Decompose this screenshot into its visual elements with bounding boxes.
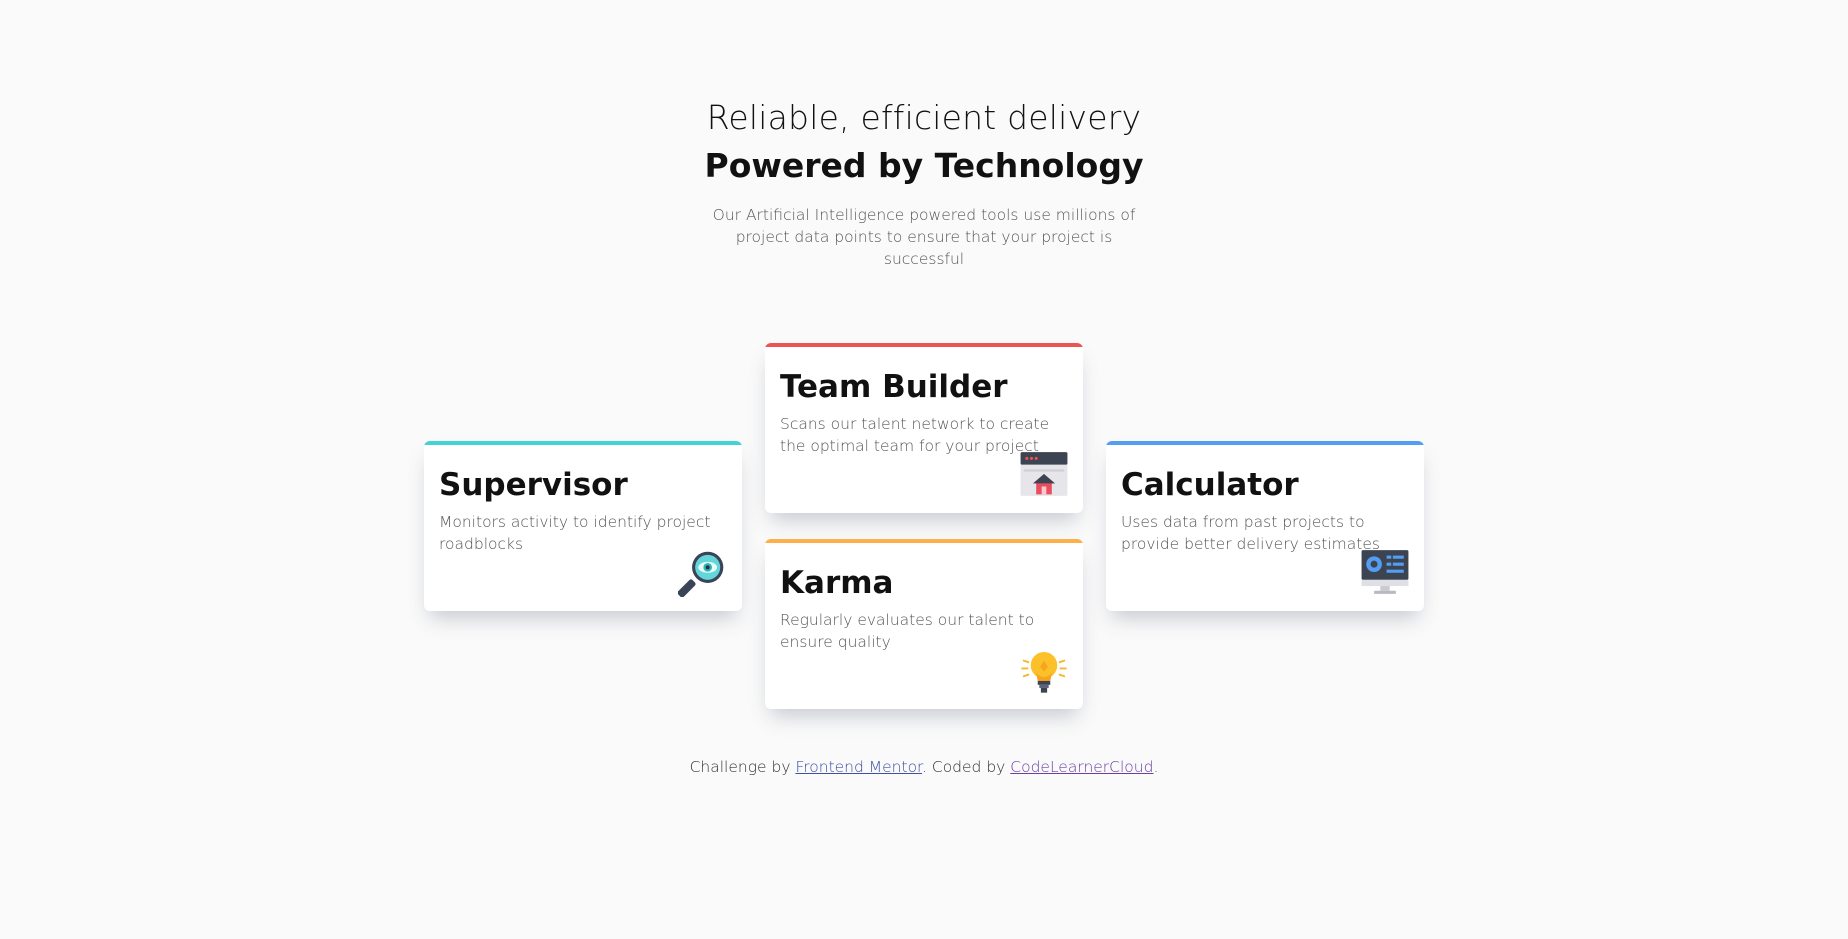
card-supervisor: Supervisor Monitors activity to identify… [424, 441, 742, 611]
attribution-middle: . Coded by [922, 758, 1011, 776]
card-accent-bar [424, 441, 742, 445]
card-accent-bar [765, 539, 1083, 543]
author-link[interactable]: CodeLearnerCloud [1010, 758, 1153, 776]
card-title: Team Builder [780, 369, 1008, 405]
attribution-prefix: Challenge by [689, 758, 796, 776]
card-accent-bar [765, 343, 1083, 347]
hero-subtitle: Reliable, efficient delivery [706, 98, 1142, 137]
calculator-monitor-icon [1361, 550, 1409, 594]
card-calculator: Calculator Uses data from past projects … [1106, 441, 1424, 611]
frontend-mentor-link[interactable]: Frontend Mentor [795, 758, 922, 776]
hero-description: Our Artificial Intelligence powered tool… [712, 206, 1136, 268]
lightbulb-icon [1021, 652, 1067, 693]
team-builder-icon [1020, 452, 1068, 496]
card-title: Karma [780, 565, 894, 601]
hero-title: Powered by Technology [704, 146, 1144, 185]
card-team-builder: Team Builder Scans our talent network to… [765, 343, 1083, 513]
magnifier-eye-icon [678, 551, 724, 597]
page: Reliable, efficient delivery Powered by … [0, 0, 1848, 939]
attribution-footer: Challenge by Frontend Mentor. Coded by C… [0, 758, 1848, 776]
card-title: Supervisor [439, 467, 628, 503]
card-accent-bar [1106, 441, 1424, 445]
hero-section: Reliable, efficient delivery Powered by … [0, 96, 1848, 270]
card-karma: Karma Regularly evaluates our talent to … [765, 539, 1083, 709]
card-title: Calculator [1121, 467, 1299, 503]
attribution-suffix: . [1153, 758, 1159, 776]
